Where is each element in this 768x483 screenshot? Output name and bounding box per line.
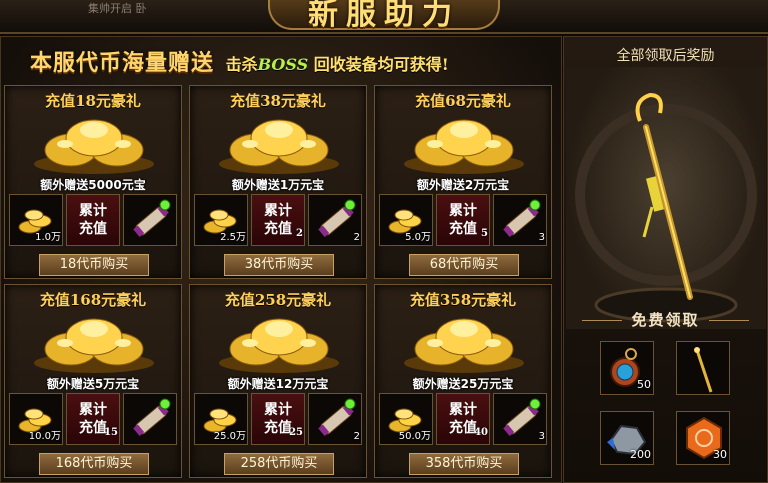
buy-with-tokens-button[interactable]: 68代币购买 (409, 254, 519, 276)
buy-with-tokens-button[interactable]: 18代币购买 (39, 254, 149, 276)
accum-qty: 40 (474, 427, 488, 438)
featured-reward-stage (566, 67, 766, 329)
pack-reward-slots: 50.0万 累计 充值 40 3 (379, 393, 549, 447)
buy-with-tokens-button[interactable]: 258代币购买 (224, 453, 334, 475)
gold-coins-slot[interactable]: 2.5万 (194, 194, 248, 246)
scroll-qty: 3 (538, 431, 545, 442)
pack-bonus: 额外赠送5万元宝 (46, 377, 140, 391)
title-banner: 新服助力 (268, 0, 500, 32)
pack-bonus: 额外赠送1万元宝 (231, 178, 325, 192)
pack-bonus: 额外赠送12万元宝 (227, 377, 329, 391)
accumulated-recharge-slot[interactable]: 累计 充值 2 (251, 194, 305, 246)
recharge-pack-card: 充值358元豪礼 额外赠送25万元宝 50.0万 累计 充值 40 3 358代… (374, 284, 552, 478)
accum-label-bottom: 充值 (264, 420, 292, 436)
gold-qty: 1.0万 (35, 232, 61, 243)
pack-bonus: 额外赠送25万元宝 (412, 377, 514, 391)
magic-scroll-icon (133, 398, 171, 437)
reward-slot-4[interactable]: 30 (676, 411, 730, 465)
accumulated-recharge-slot[interactable]: 累计 充值 15 (66, 393, 120, 445)
accum-label-top: 累计 (264, 203, 292, 219)
slogan-sub: 击杀BOSS 回收装备均可获得! (226, 55, 449, 74)
gold-qty: 50.0万 (398, 431, 431, 442)
accumulated-recharge-slot[interactable]: 累计 充值 40 (436, 393, 490, 445)
gold-coins-slot[interactable]: 1.0万 (9, 194, 63, 246)
accum-label-top: 累计 (449, 203, 477, 219)
accum-label-top: 累计 (264, 402, 292, 418)
scroll-slot[interactable] (123, 194, 177, 246)
scroll-qty: 2 (353, 232, 360, 243)
reward-slot-1[interactable]: 50 (600, 341, 654, 395)
accum-label-top: 累计 (449, 402, 477, 418)
golden-staff-icon (575, 92, 757, 323)
gold-qty: 10.0万 (28, 431, 61, 442)
gold-ingot-icon (404, 119, 524, 174)
scroll-slot[interactable]: 3 (493, 393, 547, 445)
scroll-slot[interactable]: 2 (308, 393, 362, 445)
gold-coins-slot[interactable]: 10.0万 (9, 393, 63, 445)
reward-slot-2[interactable] (676, 341, 730, 395)
pack-bonus: 额外赠送5000元宝 (40, 178, 146, 192)
accum-label-bottom: 充值 (264, 221, 292, 237)
gold-ingot-icon (219, 318, 339, 373)
accum-label-top: 累计 (79, 402, 107, 418)
scroll-qty: 2 (353, 431, 360, 442)
gold-ingot-icon (404, 318, 524, 373)
pack-reward-slots: 1.0万 累计 充值 (9, 194, 179, 248)
pack-reward-slots: 25.0万 累计 充值 25 2 (194, 393, 364, 447)
pack-reward-slots: 5.0万 累计 充值 5 3 (379, 194, 549, 248)
magic-scroll-icon (133, 199, 171, 238)
accum-label-bottom: 充值 (79, 420, 107, 436)
slogan-sub-prefix: 击杀 (225, 55, 258, 74)
accumulated-recharge-slot[interactable]: 累计 充值 25 (251, 393, 305, 445)
accum-label-top: 累计 (79, 203, 107, 219)
gold-qty: 25.0万 (213, 431, 246, 442)
top-left-text: 集帅开启 卧 (88, 2, 147, 15)
slogan-main: 本服代币海量赠送 (30, 50, 215, 76)
recharge-pack-card: 充值258元豪礼 额外赠送12万元宝 25.0万 累计 充值 25 2 258代… (189, 284, 367, 478)
gold-coins-slot[interactable]: 5.0万 (379, 194, 433, 246)
pack-reward-slots: 10.0万 累计 充值 15 (9, 393, 179, 447)
slogan-sub-suffix: 回收装备均可获得! (308, 55, 449, 74)
recharge-pack-card: 充值168元豪礼 额外赠送5万元宝 10.0万 累计 充值 15 168代币购买 (4, 284, 182, 478)
accum-qty: 15 (104, 427, 118, 438)
accum-label-bottom: 充值 (449, 420, 477, 436)
gold-qty: 5.0万 (405, 232, 431, 243)
scroll-slot[interactable] (123, 393, 177, 445)
page-title: 新服助力 (308, 0, 460, 32)
reward-qty: 30 (713, 448, 727, 461)
pack-reward-slots: 2.5万 累计 充值 2 2 (194, 194, 364, 248)
buy-with-tokens-button[interactable]: 358代币购买 (409, 453, 519, 475)
scroll-qty: 3 (538, 232, 545, 243)
ornament-right (709, 320, 749, 321)
scroll-slot[interactable]: 3 (493, 194, 547, 246)
bonus-reward-panel: 全部领取后奖励 免费领取 50 200 30 (563, 36, 768, 483)
reward-qty: 50 (637, 378, 651, 391)
gold-coins-slot[interactable]: 25.0万 (194, 393, 248, 445)
reward-slot-3[interactable]: 200 (600, 411, 654, 465)
pack-bonus: 额外赠送2万元宝 (416, 178, 510, 192)
buy-with-tokens-button[interactable]: 38代币购买 (224, 254, 334, 276)
recharge-pack-card: 充值38元豪礼 额外赠送1万元宝 2.5万 累计 充值 2 2 38代币购买 (189, 85, 367, 279)
gold-ingot-icon (219, 119, 339, 174)
recharge-pack-card: 充值18元豪礼 额外赠送5000元宝 1.0万 累计 充值 18代币购买 (4, 85, 182, 279)
slogan-boss: BOSS (257, 55, 309, 74)
accumulated-recharge-slot[interactable]: 累计 充值 5 (436, 194, 490, 246)
reward-qty: 200 (630, 448, 651, 461)
gold-qty: 2.5万 (220, 232, 246, 243)
gold-ingot-icon (34, 318, 154, 373)
promo-slogan: 本服代币海量赠送 击杀BOSS 回收装备均可获得! (30, 45, 449, 77)
accum-label-bottom: 充值 (79, 221, 107, 237)
accum-qty: 25 (289, 427, 303, 438)
accum-qty: 5 (481, 228, 488, 239)
golden-staff-icon (694, 347, 713, 393)
accumulated-recharge-slot[interactable]: 累计 充值 (66, 194, 120, 246)
recharge-pack-card: 充值68元豪礼 额外赠送2万元宝 5.0万 累计 充值 5 3 68代币购买 (374, 85, 552, 279)
accum-label-bottom: 充值 (449, 221, 477, 237)
gold-ingot-icon (34, 119, 154, 174)
accum-qty: 2 (296, 228, 303, 239)
gold-coins-slot[interactable]: 50.0万 (379, 393, 433, 445)
buy-with-tokens-button[interactable]: 168代币购买 (39, 453, 149, 475)
scroll-slot[interactable]: 2 (308, 194, 362, 246)
bonus-panel-header: 全部领取后奖励 (616, 48, 715, 64)
